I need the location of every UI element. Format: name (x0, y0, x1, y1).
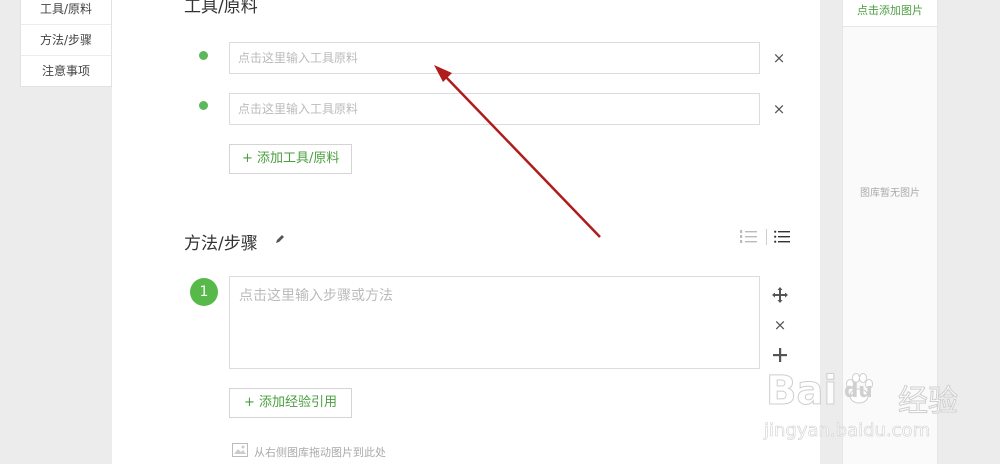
watermark-brand: Bai (765, 368, 838, 415)
watermark-url: jingyan.baidu.com (764, 420, 931, 442)
watermark-brand-du: du (844, 378, 873, 402)
watermark-brand-cn: 经验 (898, 384, 959, 420)
add-image-button[interactable]: 点击添加图片 (843, 0, 937, 27)
image-library-empty-text: 图库暂无图片 (860, 188, 920, 199)
baidu-watermark: Bai du 经验 jingyan.baidu.com (762, 364, 1000, 464)
